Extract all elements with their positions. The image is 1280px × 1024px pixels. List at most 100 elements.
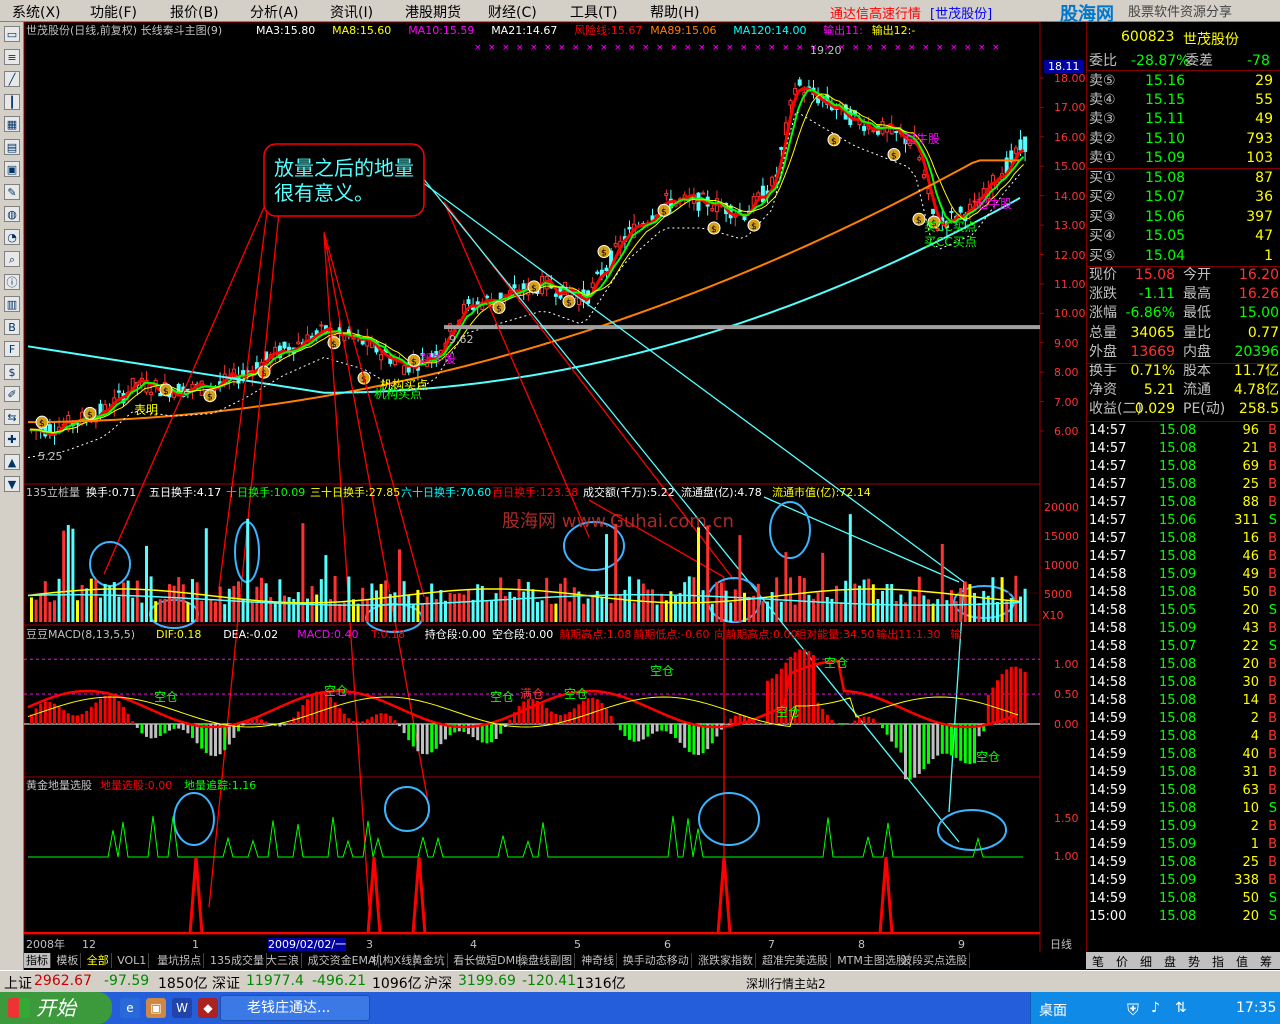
indicator-tab[interactable]: 波段买点选股: [899, 953, 971, 968]
volume-bar: [1023, 588, 1027, 622]
board-icon[interactable]: ▥: [4, 296, 20, 312]
macd-bar: [904, 724, 907, 780]
map-icon[interactable]: ◍: [4, 206, 20, 222]
app-icon[interactable]: ◆: [198, 998, 218, 1018]
pie-icon[interactable]: ◔: [4, 228, 20, 245]
detail-tab[interactable]: 指: [1212, 953, 1224, 970]
indicator-tab[interactable]: 操盘线副图: [515, 953, 576, 968]
indicator-tab[interactable]: 看长做短DMI: [451, 953, 522, 968]
quote-value: -6.86%: [1125, 305, 1175, 322]
indicator-tab[interactable]: VOL1: [115, 953, 150, 968]
f10-icon[interactable]: F: [4, 341, 20, 357]
list-icon[interactable]: ≡: [4, 48, 20, 65]
indicator-tab[interactable]: 指标: [24, 953, 51, 968]
volume-bar: [425, 596, 429, 622]
window-icon[interactable]: ▭: [4, 26, 20, 42]
detail-tab[interactable]: 值: [1236, 953, 1248, 970]
line-chart-icon[interactable]: ╱: [4, 71, 20, 87]
dollar-icon[interactable]: $: [4, 363, 20, 380]
word-icon[interactable]: W: [172, 998, 192, 1018]
bid-row[interactable]: 买③ 15.06 397: [1087, 208, 1280, 227]
folder-icon[interactable]: ▣: [146, 998, 166, 1018]
indicator-tab[interactable]: 量坑拐点: [155, 953, 205, 968]
signal-tag: 起牛股: [904, 132, 941, 146]
ask-row[interactable]: 卖② 15.10 793: [1087, 130, 1280, 149]
indicator-tab[interactable]: 大三浪: [264, 953, 302, 968]
shield-icon[interactable]: ⛨: [1127, 1000, 1139, 1020]
detail-tab[interactable]: 势: [1188, 953, 1200, 970]
menu-help[interactable]: 帮助(H): [650, 2, 699, 22]
indicator-tab[interactable]: 135成交量: [208, 953, 267, 968]
task-tdx-window[interactable]: 老钱庄通达...: [220, 995, 370, 1021]
macd-bar: [655, 724, 659, 732]
table-icon[interactable]: ▦: [4, 116, 20, 132]
volume-bar: [448, 593, 452, 622]
tick-time: 14:58: [1089, 657, 1127, 672]
ask-row[interactable]: 卖④ 15.15 55: [1087, 91, 1280, 110]
plus-icon[interactable]: ✚: [4, 431, 20, 447]
ask-row[interactable]: 卖① 15.09 103: [1087, 149, 1280, 168]
indicator-tab[interactable]: 模板: [54, 953, 82, 968]
macd-bar: [853, 720, 857, 724]
ie-icon[interactable]: e: [120, 998, 140, 1018]
tick-volume: 2: [1250, 819, 1259, 834]
bid-row[interactable]: 买② 15.07 36: [1087, 188, 1280, 207]
calc-icon[interactable]: ▣: [4, 161, 20, 177]
volume-bar: [241, 599, 245, 622]
bid-row[interactable]: 买④ 15.05 47: [1087, 227, 1280, 246]
indicator-tab[interactable]: 机构X线: [370, 953, 416, 968]
up-icon[interactable]: ▲: [4, 453, 20, 470]
menu-finance[interactable]: 财经(C): [488, 2, 537, 22]
bid-row[interactable]: 买⑤ 15.04 1: [1087, 247, 1280, 266]
indicator-tab[interactable]: 超准完美选股: [760, 953, 831, 968]
kline-icon[interactable]: ┃: [4, 93, 20, 110]
volume-bar: [968, 584, 972, 622]
news-icon[interactable]: ▤: [4, 138, 20, 155]
search-icon[interactable]: ⌕: [4, 251, 20, 267]
down-icon[interactable]: ▼: [4, 476, 20, 492]
tick-row: 14:57 15.08 88 B: [1087, 494, 1280, 512]
indicator-tab[interactable]: 成交资金EMA: [306, 953, 379, 968]
desktop-label[interactable]: 桌面: [1039, 1000, 1067, 1020]
macd-bar: [950, 724, 953, 756]
detail-tab[interactable]: 笔: [1092, 953, 1104, 970]
menu-tools[interactable]: 工具(T): [570, 2, 617, 22]
chart-area[interactable]: $ $ $ $ $ $ $ $ $ $ $ $ $ $ $ $ $ $ $ × × × × × × × × × × × × × × × × × × × × ×…: [24, 22, 1086, 970]
info-icon[interactable]: ⓘ: [4, 273, 20, 290]
tool-icon[interactable]: ✎: [4, 183, 20, 200]
indicator-tab[interactable]: 黄金坑: [410, 953, 448, 968]
macd-bar: [954, 724, 958, 758]
ask-volume: 49: [1255, 111, 1273, 128]
detail-tab[interactable]: 盘: [1164, 953, 1176, 970]
detail-tab[interactable]: 细: [1140, 953, 1152, 970]
menu-hk-futures[interactable]: 港股期货: [405, 2, 461, 22]
menu-function[interactable]: 功能(F): [90, 2, 137, 22]
bid-row[interactable]: 买① 15.08 87: [1087, 169, 1280, 188]
menu-analysis[interactable]: 分析(A): [250, 2, 299, 22]
detail-tab[interactable]: 筹: [1260, 953, 1272, 970]
network-icon[interactable]: ⇅: [1175, 1000, 1187, 1016]
macd-bar: [522, 701, 526, 724]
pen-icon[interactable]: ✐: [4, 386, 20, 402]
start-button[interactable]: 开始: [0, 992, 112, 1024]
indicator-tab[interactable]: 涨跌家指数: [696, 953, 756, 968]
swap-icon[interactable]: ⇆: [4, 408, 20, 425]
sh-label: 上证: [4, 976, 32, 992]
tick-time: 14:59: [1089, 747, 1127, 762]
menu-news[interactable]: 资讯(I): [330, 2, 373, 22]
ma-green-line: [29, 88, 1025, 435]
detail-tab[interactable]: 价: [1116, 953, 1128, 970]
volume-bar: [922, 595, 926, 622]
menu-quote[interactable]: 报价(B): [170, 2, 219, 22]
indicator-tab[interactable]: 换手动态移动: [621, 953, 692, 968]
indicator-tab[interactable]: 神奇线: [579, 953, 618, 968]
indicator-tab[interactable]: 全部: [85, 953, 112, 968]
volume-icon[interactable]: ♪: [1151, 1000, 1160, 1016]
ask-row[interactable]: 卖⑤ 15.16 29: [1087, 72, 1280, 91]
macd-bar: [260, 719, 263, 724]
menu-system[interactable]: 系统(X): [12, 2, 61, 22]
ask-row[interactable]: 卖③ 15.11 49: [1087, 110, 1280, 129]
macd-bar: [669, 724, 673, 734]
tick-volume: 31: [1242, 765, 1259, 780]
bsi-icon[interactable]: B: [4, 318, 20, 335]
